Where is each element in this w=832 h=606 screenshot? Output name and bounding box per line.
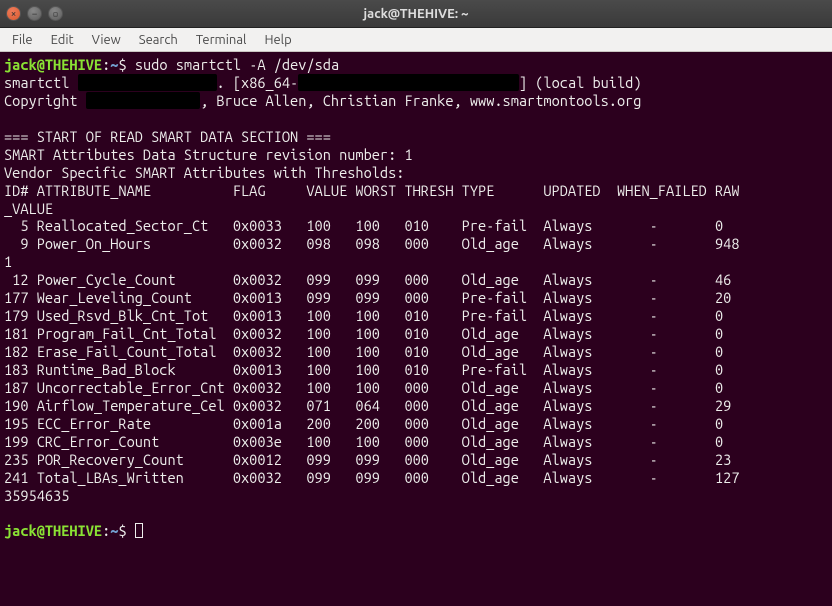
out-line2-suffix: , Bruce Allen, Christian Franke, www.sma… — [200, 92, 641, 109]
prompt-user-host: jack@THEHIVE — [4, 56, 102, 73]
table-row: 190 Airflow_Temperature_Cel 0x0032 071 0… — [4, 397, 731, 414]
out-vendor: Vendor Specific SMART Attributes with Th… — [4, 164, 404, 181]
table-row: 199 CRC_Error_Count 0x003e 100 100 000 O… — [4, 433, 723, 450]
out-header2: _VALUE — [4, 200, 53, 217]
out-line2-prefix: Copyright — [4, 92, 86, 109]
out-line1-suffix: ] (local build) — [519, 74, 642, 91]
table-row: 9 Power_On_Hours 0x0032 098 098 000 Old_… — [4, 235, 740, 252]
window-controls: × − ▫ — [6, 6, 63, 21]
table-row: 177 Wear_Leveling_Count 0x0013 099 099 0… — [4, 289, 731, 306]
redacted-arch: XXXXXXXXXXXXXXXXXXXXXXXXXXX — [298, 74, 519, 91]
command-text: sudo smartctl -A /dev/sda — [135, 56, 339, 73]
menu-help[interactable]: Help — [256, 31, 299, 49]
menu-file[interactable]: File — [4, 31, 41, 49]
table-row: 183 Runtime_Bad_Block 0x0013 100 100 010… — [4, 361, 723, 378]
terminal-pane[interactable]: jack@THEHIVE:~$ sudo smartctl -A /dev/sd… — [0, 52, 832, 606]
menubar: File Edit View Search Terminal Help — [0, 28, 832, 52]
table-row: 182 Erase_Fail_Count_Total 0x0032 100 10… — [4, 343, 723, 360]
menu-edit[interactable]: Edit — [43, 31, 82, 49]
table-row: 179 Used_Rsvd_Blk_Cnt_Tot 0x0013 100 100… — [4, 307, 723, 324]
titlebar: × − ▫ jack@THEHIVE: ~ — [0, 0, 832, 28]
out-header1: ID# ATTRIBUTE_NAME FLAG VALUE WORST THRE… — [4, 182, 740, 199]
menu-terminal[interactable]: Terminal — [188, 31, 255, 49]
close-icon[interactable]: × — [6, 6, 21, 21]
menu-search[interactable]: Search — [131, 31, 186, 49]
window-title: jack@THEHIVE: ~ — [364, 7, 469, 21]
table-row: 181 Program_Fail_Cnt_Total 0x0032 100 10… — [4, 325, 723, 342]
out-section: === START OF READ SMART DATA SECTION === — [4, 128, 331, 145]
prompt-sigil: $ — [118, 56, 126, 73]
menu-view[interactable]: View — [84, 31, 129, 49]
prompt-user-host: jack@THEHIVE — [4, 522, 102, 539]
out-rev: SMART Attributes Data Structure revision… — [4, 146, 413, 163]
redacted-copyright: XXXXXXXXXXXXXX — [86, 92, 200, 109]
table-row: 35954635 — [4, 487, 69, 504]
table-row: 241 Total_LBAs_Written 0x0032 099 099 00… — [4, 469, 740, 486]
maximize-icon[interactable]: ▫ — [48, 6, 63, 21]
table-row: 195 ECC_Error_Rate 0x001a 200 200 000 Ol… — [4, 415, 723, 432]
cursor — [135, 523, 143, 538]
table-row: 12 Power_Cycle_Count 0x0032 099 099 000 … — [4, 271, 731, 288]
minimize-icon[interactable]: − — [27, 6, 42, 21]
table-row: 187 Uncorrectable_Error_Cnt 0x0032 100 1… — [4, 379, 723, 396]
out-line1-prefix: smartctl — [4, 74, 78, 91]
table-row: 1 — [4, 253, 12, 270]
table-row: 235 POR_Recovery_Count 0x0012 099 099 00… — [4, 451, 731, 468]
redacted-version: XXXXXXXXXXXXXXXXX — [78, 74, 217, 91]
table-row: 5 Reallocated_Sector_Ct 0x0033 100 100 0… — [4, 217, 723, 234]
out-line1-mid: . [x86_64- — [217, 74, 299, 91]
prompt-sigil: $ — [118, 522, 126, 539]
